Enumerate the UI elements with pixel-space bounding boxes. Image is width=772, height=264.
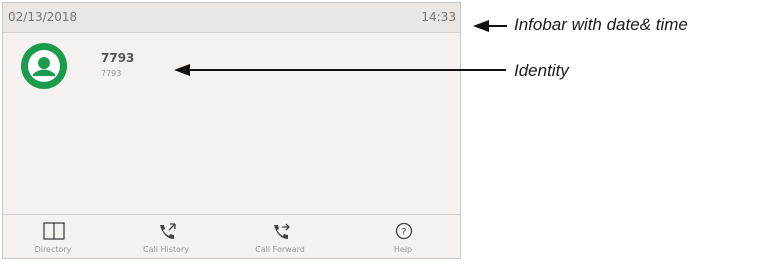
identity-arrow bbox=[174, 64, 506, 76]
infobar-callout: Infobar with date& time bbox=[514, 15, 688, 34]
annotation-arrows bbox=[174, 20, 507, 76]
infobar-arrow bbox=[473, 20, 507, 32]
identity-callout: Identity bbox=[514, 61, 569, 80]
